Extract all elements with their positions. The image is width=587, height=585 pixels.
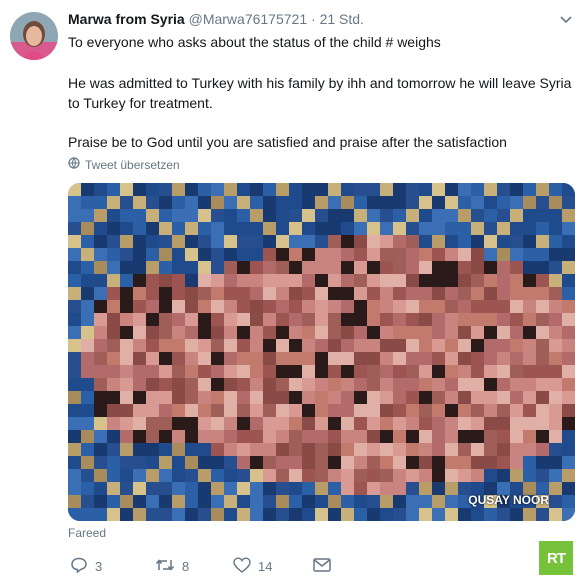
like-count: 14 bbox=[258, 559, 273, 574]
tweet-text-paragraph: To everyone who asks about the status of… bbox=[68, 34, 441, 50]
avatar[interactable] bbox=[10, 12, 58, 60]
reply-button[interactable]: 3 bbox=[70, 556, 155, 577]
tweet-text-paragraph: He was admitted to Turkey with his famil… bbox=[68, 75, 572, 111]
photo-overlay-credit: QUSAY NOOR bbox=[468, 493, 549, 507]
tweet-media-photo[interactable]: QUSAY NOOR bbox=[68, 183, 575, 521]
tweet-text-paragraph: Praise be to God until you are satisfied… bbox=[68, 134, 507, 150]
retweet-count: 8 bbox=[182, 559, 190, 574]
globe-icon bbox=[68, 157, 80, 172]
photo-credit: Fareed bbox=[68, 526, 107, 540]
tweet-header: Marwa from Syria @Marwa76175721 · 21 Std… bbox=[68, 11, 364, 27]
author-name[interactable]: Marwa from Syria bbox=[68, 11, 185, 27]
translate-tweet-link[interactable]: Tweet übersetzen bbox=[68, 157, 180, 172]
translate-label: Tweet übersetzen bbox=[85, 157, 180, 172]
author-handle[interactable]: @Marwa76175721 bbox=[189, 11, 308, 27]
tweet-timestamp[interactable]: 21 Std. bbox=[320, 11, 364, 27]
separator-dot: · bbox=[311, 11, 316, 27]
reply-icon bbox=[70, 556, 88, 577]
like-button[interactable]: 14 bbox=[233, 557, 313, 576]
chevron-down-icon[interactable] bbox=[559, 12, 573, 26]
tweet-actions: 3 8 14 bbox=[70, 556, 331, 577]
pixelated-photo bbox=[68, 183, 575, 521]
direct-message-button[interactable] bbox=[313, 558, 331, 575]
message-icon bbox=[313, 558, 331, 575]
rt-logo-watermark: RT bbox=[539, 541, 573, 575]
reply-count: 3 bbox=[95, 559, 103, 574]
retweet-button[interactable]: 8 bbox=[155, 557, 233, 576]
retweet-icon bbox=[155, 557, 175, 576]
like-icon bbox=[233, 557, 251, 576]
